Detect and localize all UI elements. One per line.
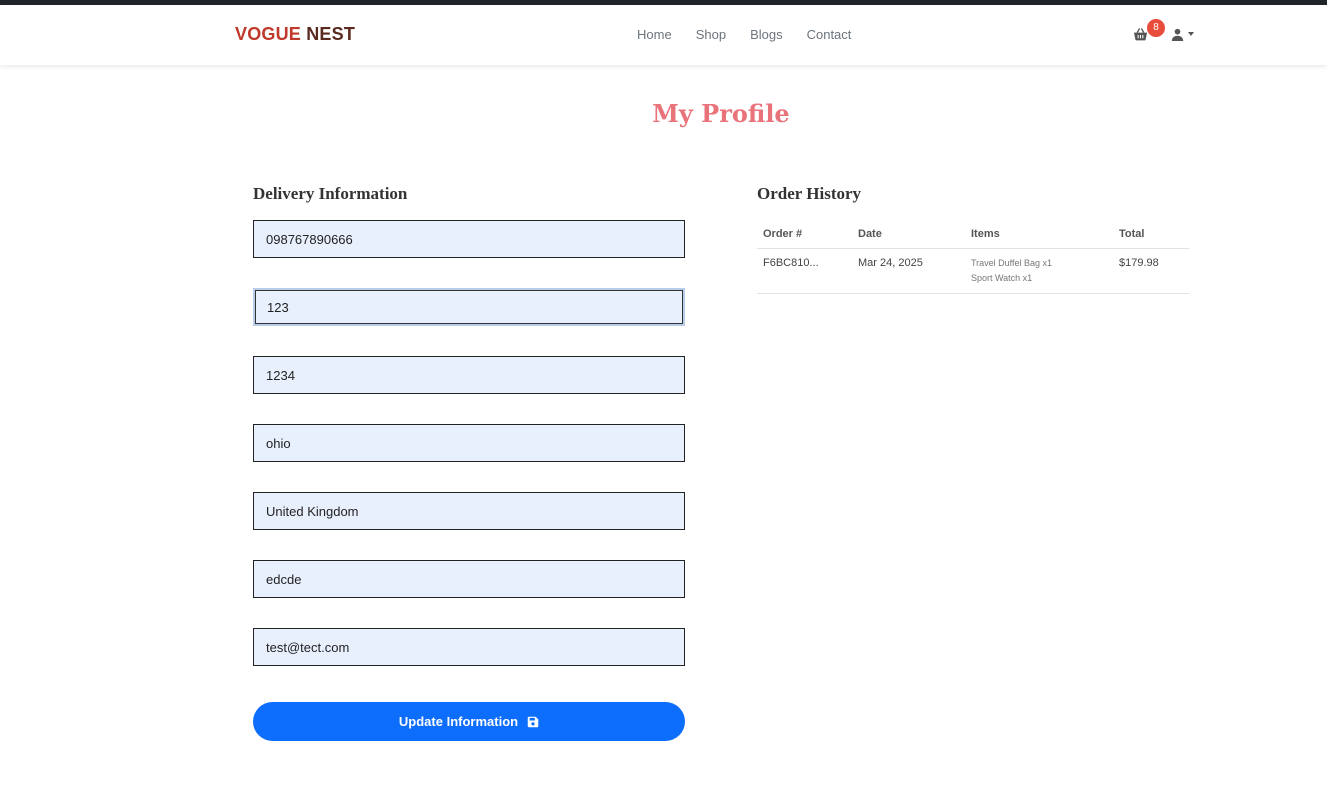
state-field[interactable] (253, 424, 685, 462)
nav-blogs[interactable]: Blogs (750, 27, 783, 42)
column-header-items: Items (965, 222, 1113, 249)
nav-links: Home Shop Blogs Contact (637, 27, 875, 42)
cart-count-badge: 8 (1147, 19, 1165, 37)
column-header-date: Date (852, 222, 965, 249)
column-header-order: Order # (757, 222, 852, 249)
order-item: Sport Watch x1 (971, 273, 1033, 283)
nav-home[interactable]: Home (637, 27, 672, 42)
order-history-title: Order History (757, 184, 862, 203)
order-items-cell: Travel Duffel Bag x1 Sport Watch x1 (965, 248, 1113, 294)
country-field[interactable] (253, 492, 685, 530)
brand-part-1: VOGUE (235, 24, 302, 44)
save-icon (527, 716, 539, 727)
update-information-button[interactable]: Update Information (253, 702, 685, 741)
user-dropdown[interactable] (1171, 26, 1197, 42)
order-total-cell: $179.98 (1113, 248, 1189, 294)
order-history-table: Order # Date Items Total F6BC810... Mar … (757, 222, 1189, 294)
order-number-cell: F6BC810... (757, 248, 852, 294)
navbar: VOGUE NEST Home Shop Blogs Contact 8 (0, 5, 1327, 65)
table-header-row: Order # Date Items Total (757, 222, 1189, 249)
city-field[interactable] (253, 560, 685, 598)
address-field[interactable] (253, 288, 685, 326)
phone-field[interactable] (253, 220, 685, 258)
user-icon (1171, 28, 1184, 41)
chevron-down-icon (1188, 32, 1194, 36)
delivery-section-title: Delivery Information (253, 184, 408, 203)
brand-part-2: NEST (306, 24, 356, 44)
brand-logo[interactable]: VOGUE NEST (235, 24, 355, 45)
page-title: My Profile (652, 99, 790, 128)
order-item: Travel Duffel Bag x1 (971, 258, 1053, 268)
nav-contact[interactable]: Contact (807, 27, 852, 42)
table-row: F6BC810... Mar 24, 2025 Travel Duffel Ba… (757, 248, 1189, 294)
email-field[interactable] (253, 628, 685, 666)
column-header-total: Total (1113, 222, 1189, 249)
update-button-label: Update Information (398, 714, 519, 729)
basket-icon-svg (1133, 28, 1148, 41)
order-date-cell: Mar 24, 2025 (852, 248, 965, 294)
postal-code-field[interactable] (253, 356, 685, 394)
nav-shop[interactable]: Shop (696, 27, 726, 42)
